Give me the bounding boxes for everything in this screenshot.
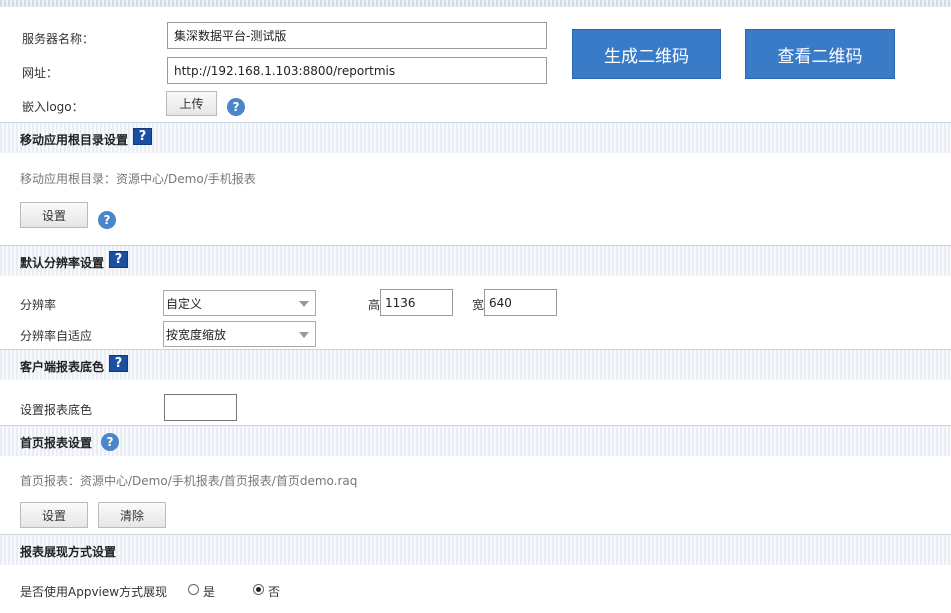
url-input[interactable]: http://192.168.1.103:8800/reportmis: [167, 57, 547, 84]
chevron-down-icon: [299, 332, 309, 338]
homepage-report-path: 首页报表：资源中心/Demo/手机报表/首页报表/首页demo.raq: [20, 474, 358, 488]
adapt-select-value: 按宽度缩放: [166, 327, 227, 342]
upload-button[interactable]: 上传: [166, 91, 217, 116]
top-border: [0, 0, 951, 7]
radio-no-label: 否: [268, 585, 281, 599]
bgcolor-label: 设置报表底色: [20, 403, 93, 417]
resolution-select[interactable]: 自定义: [163, 290, 316, 316]
url-label: 网址：: [22, 66, 59, 80]
resolution-select-value: 自定义: [166, 296, 203, 311]
radio-no[interactable]: [253, 584, 264, 595]
section-title: 客户端报表底色: [20, 360, 105, 374]
homepage-set-button[interactable]: 设置: [20, 502, 88, 528]
chevron-down-icon: [299, 301, 309, 307]
section-title: 移动应用根目录设置: [20, 133, 129, 147]
help-icon[interactable]: ?: [98, 211, 116, 229]
section-title: 首页报表设置: [20, 436, 93, 450]
resolution-section-header: 默认分辨率设置 ?: [0, 245, 951, 276]
mobile-root-section-header: 移动应用根目录设置 ?: [0, 122, 951, 153]
width-label: 宽: [472, 298, 485, 312]
height-label: 高: [368, 298, 381, 312]
server-name-input[interactable]: 集深数据平台-测试版: [167, 22, 547, 49]
help-icon[interactable]: ?: [133, 128, 152, 145]
radio-yes-label: 是: [203, 585, 216, 599]
section-title: 报表展现方式设置: [20, 545, 117, 559]
homepage-clear-button[interactable]: 清除: [98, 502, 166, 528]
bgcolor-section-header: 客户端报表底色 ?: [0, 349, 951, 380]
logo-label: 嵌入logo：: [22, 100, 84, 114]
display-mode-section-header: 报表展现方式设置: [0, 534, 951, 565]
view-qr-button[interactable]: 查看二维码: [745, 29, 895, 79]
mobile-root-set-button[interactable]: 设置: [20, 202, 88, 228]
server-name-label: 服务器名称：: [22, 32, 95, 46]
color-picker-swatch[interactable]: [164, 394, 237, 421]
appview-label: 是否使用Appview方式展现: [20, 585, 168, 599]
adapt-select[interactable]: 按宽度缩放: [163, 321, 316, 347]
help-icon[interactable]: ?: [227, 98, 245, 116]
radio-yes[interactable]: [188, 584, 199, 595]
resolution-label: 分辨率: [20, 298, 57, 312]
width-input[interactable]: 640: [484, 289, 557, 316]
height-input[interactable]: 1136: [380, 289, 453, 316]
help-icon[interactable]: ?: [109, 251, 128, 268]
help-icon[interactable]: ?: [101, 433, 119, 451]
adapt-label: 分辨率自适应: [20, 329, 93, 343]
homepage-section-header: 首页报表设置 ?: [0, 425, 951, 456]
generate-qr-button[interactable]: 生成二维码: [572, 29, 721, 79]
section-title: 默认分辨率设置: [20, 256, 105, 270]
mobile-root-path: 移动应用根目录：资源中心/Demo/手机报表: [20, 172, 256, 186]
help-icon[interactable]: ?: [109, 355, 128, 372]
